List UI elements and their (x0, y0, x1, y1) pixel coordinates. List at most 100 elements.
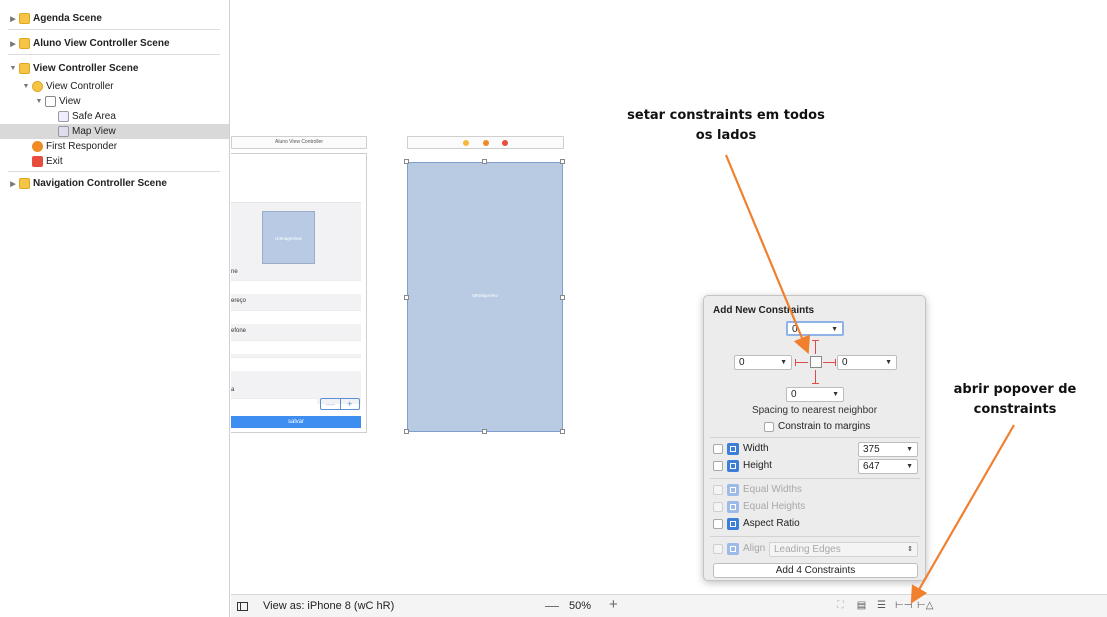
resize-handle-bottom-right[interactable] (560, 429, 565, 434)
outline-item-navigation-controller-scene[interactable]: ▶ Navigation Controller Scene (0, 176, 229, 191)
aluno-nota-stepper[interactable]: — + (320, 398, 360, 410)
outline-item-view-controller[interactable]: ▼ View Controller (0, 79, 229, 94)
add-constraints-popover: Add New Constraints 0 ▼ 0 ▼ 0 ▼ 0 ▼ Spacing … (703, 295, 926, 581)
bottom-spacing-combo[interactable]: 0 ▼ (786, 387, 844, 402)
aluno-field-telefone[interactable] (231, 340, 361, 354)
align-select[interactable]: Leading Edges ⇕ (769, 542, 918, 557)
add-new-constraints-icon[interactable]: ⊢⊣ (895, 600, 912, 612)
align-checkbox[interactable] (713, 544, 723, 554)
height-combo[interactable]: 647 ▼ (858, 459, 918, 474)
resize-handle-bottom-left[interactable] (404, 429, 409, 434)
height-label: Height (743, 460, 772, 471)
leading-spacing-combo[interactable]: 0 ▼ (734, 355, 792, 370)
storyboard-canvas[interactable]: Aluno View Controller UIImageView ne ere… (231, 0, 1107, 594)
aluno-save-button[interactable]: salvar (231, 416, 361, 428)
zoom-out-button[interactable]: — (545, 597, 559, 613)
outline-item-label: Agenda Scene (33, 13, 102, 24)
first-responder-dock-icon[interactable] (482, 140, 489, 146)
aluno-field-label-nota: a (231, 387, 235, 393)
aluno-field-nota[interactable] (231, 398, 317, 412)
leading-strut[interactable] (795, 362, 808, 363)
outline-item-view-controller-scene[interactable]: ▼ View Controller Scene (0, 61, 229, 76)
width-combo[interactable]: 375 ▼ (858, 442, 918, 457)
stepper-minus[interactable]: — (321, 399, 341, 409)
stepper-plus[interactable]: + (341, 399, 360, 409)
disclosure-collapsed-icon[interactable]: ▶ (8, 15, 18, 23)
aluno-scene-title-bar[interactable]: Aluno View Controller (231, 136, 367, 149)
scene-icon (19, 178, 30, 189)
zoom-in-button[interactable]: + (609, 596, 618, 613)
outline-item-map-view[interactable]: Map View (0, 124, 229, 139)
disclosure-expanded-icon[interactable]: ▼ (34, 98, 44, 105)
disclosure-collapsed-icon[interactable]: ▶ (8, 180, 18, 188)
map-view-icon (58, 126, 69, 137)
outline-item-label: Navigation Controller Scene (33, 178, 167, 189)
embed-in-stack-icon[interactable]: ▤ (855, 600, 868, 612)
zoom-level[interactable]: 50% (569, 600, 591, 612)
top-strut[interactable] (815, 340, 816, 354)
chevron-down-icon: ▼ (832, 391, 839, 398)
aluno-photo-image-view[interactable]: UIImageView (262, 211, 315, 264)
safe-area-icon (58, 111, 69, 122)
aluno-field-endereco[interactable] (231, 310, 361, 324)
outline-item-first-responder[interactable]: First Responder (0, 139, 229, 154)
outline-item-agenda-scene[interactable]: ▶ Agenda Scene (0, 11, 229, 26)
map-scene-dock[interactable] (407, 136, 564, 149)
bottom-strut[interactable] (815, 370, 816, 384)
resolve-auto-layout-issues-icon[interactable]: ⊢△ (917, 600, 933, 612)
aluno-field-site[interactable] (231, 357, 361, 371)
outline-item-safe-area[interactable]: Safe Area (0, 109, 229, 124)
chevron-down-icon: ▼ (906, 446, 913, 453)
annotation-set-constraints-line2: os lados (695, 128, 757, 143)
equal-widths-icon (727, 484, 739, 496)
view-as-device-button[interactable]: View as: iPhone 8 (wC hR) (263, 600, 394, 612)
spacing-label: Spacing to nearest neighbor (751, 405, 878, 416)
trailing-spacing-value: 0 (842, 357, 848, 368)
exit-dock-icon[interactable] (501, 140, 508, 146)
disclosure-expanded-icon[interactable]: ▼ (8, 65, 18, 72)
aluno-view-controller-frame[interactable]: UIImageView ne ereço efone a — + salvar (231, 153, 367, 433)
outline-item-exit[interactable]: Exit (0, 154, 229, 169)
outline-item-label: View (59, 96, 81, 107)
aluno-field-nome[interactable] (231, 280, 361, 294)
height-icon (727, 460, 739, 472)
width-checkbox[interactable] (713, 444, 723, 454)
add-constraints-button[interactable]: Add 4 Constraints (713, 563, 918, 578)
update-frames-icon[interactable]: ⛶ (834, 600, 847, 612)
resize-handle-top-right[interactable] (560, 159, 565, 164)
aspect-ratio-checkbox[interactable] (713, 519, 723, 529)
constrain-margins-checkbox[interactable] (764, 422, 774, 432)
resize-handle-bottom[interactable] (482, 429, 487, 434)
resize-handle-top-left[interactable] (404, 159, 409, 164)
top-spacing-combo[interactable]: 0 ▼ (786, 321, 844, 336)
align-icon[interactable]: ☰ (875, 600, 888, 612)
resize-handle-left[interactable] (404, 295, 409, 300)
equal-widths-checkbox[interactable] (713, 485, 723, 495)
exit-icon (32, 156, 43, 167)
resize-handle-top[interactable] (482, 159, 487, 164)
height-checkbox[interactable] (713, 461, 723, 471)
popover-title: Add New Constraints (713, 305, 815, 316)
equal-heights-checkbox[interactable] (713, 502, 723, 512)
trailing-spacing-combo[interactable]: 0 ▼ (837, 355, 897, 370)
disclosure-expanded-icon[interactable]: ▼ (21, 83, 31, 90)
outline-item-view[interactable]: ▼ View (0, 94, 229, 109)
chevron-down-icon: ▼ (906, 463, 913, 470)
resize-handle-right[interactable] (560, 295, 565, 300)
leading-spacing-value: 0 (739, 357, 745, 368)
width-value: 375 (863, 444, 880, 455)
canvas-bottom-bar: View as: iPhone 8 (wC hR) — 50% + ⛶ ▤ ☰ … (231, 594, 1107, 617)
align-label: Align (743, 543, 766, 554)
outline-item-label: Safe Area (72, 111, 116, 122)
toggle-outline-icon[interactable] (237, 602, 248, 611)
first-responder-icon (32, 141, 43, 152)
outline-item-aluno-view-controller-scene[interactable]: ▶ Aluno View Controller Scene (0, 36, 229, 51)
align-icon (727, 543, 739, 555)
map-view[interactable]: MKMapView (407, 162, 563, 432)
scene-icon (19, 63, 30, 74)
leading-strut-cap (795, 359, 796, 366)
disclosure-collapsed-icon[interactable]: ▶ (8, 40, 18, 48)
annotation-set-constraints: setar constraints em todos os lados (586, 106, 866, 146)
view-controller-dock-icon[interactable] (463, 140, 470, 146)
top-spacing-value: 0 (792, 324, 798, 335)
